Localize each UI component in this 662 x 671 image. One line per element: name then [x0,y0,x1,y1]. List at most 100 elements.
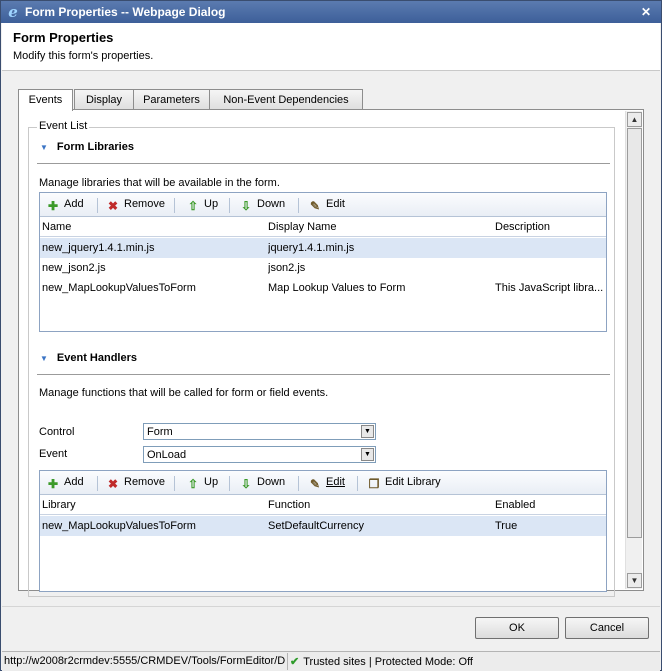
control-select[interactable]: Form ▼ [143,423,376,440]
page-subtitle: Modify this form's properties. [13,50,154,62]
add-library-button[interactable]: ✚ Add [46,198,84,213]
event-list-legend: Event List [37,120,90,132]
cell-display-name: Map Lookup Values to Form [268,282,406,294]
control-select-value: Form [147,426,173,438]
title-bar: e Form Properties -- Webpage Dialog ✕ [1,1,661,23]
collapse-triangle-icon[interactable]: ▼ [40,354,48,363]
edit-library-button[interactable]: ✎ Edit [308,198,345,213]
dialog-footer: OK Cancel [2,606,660,651]
tab-parameters[interactable]: Parameters [133,89,210,110]
tab-display[interactable]: Display [74,89,134,110]
up-arrow-icon: ⇧ [187,199,199,213]
move-down-button[interactable]: ⇩ Down [239,476,285,491]
table-row[interactable]: new_MapLookupValuesToForm SetDefaultCurr… [40,516,606,536]
event-handlers-description: Manage functions that will be called for… [39,387,329,399]
checkmark-icon: ✔ [290,656,300,668]
toolbar-separator [174,476,175,491]
add-icon: ✚ [47,199,59,213]
edit-library-button[interactable]: ❐ Edit Library [367,476,441,491]
move-up-button[interactable]: ⇧ Up [186,198,218,213]
event-label: Event [39,448,68,460]
column-header-name[interactable]: Name [42,221,71,233]
table-row[interactable]: new_MapLookupValuesToForm Map Lookup Val… [40,278,606,298]
form-libraries-column-headers: Name Display Name Description [40,217,606,237]
status-separator [287,653,288,670]
scroll-down-icon[interactable]: ▼ [627,573,642,588]
table-row[interactable]: new_jquery1.4.1.min.js jquery1.4.1.min.j… [40,238,606,258]
down-arrow-icon: ⇩ [240,477,252,491]
cell-library: new_MapLookupValuesToForm [42,520,196,532]
add-icon: ✚ [47,477,59,491]
form-libraries-toolbar: ✚ Add ✖ Remove ⇧ Up ⇩ Down ✎ Edit [40,193,606,217]
security-zone: ✔ Trusted sites | Protected Mode: Off [290,655,473,668]
event-handlers-header[interactable]: ▼ Event Handlers [40,352,137,364]
cell-name: new_jquery1.4.1.min.js [42,242,155,254]
divider [37,163,610,164]
toolbar-separator [229,198,230,213]
column-header-enabled[interactable]: Enabled [495,499,535,511]
move-up-button[interactable]: ⇧ Up [186,476,218,491]
internet-explorer-icon: e [8,3,18,21]
column-header-function[interactable]: Function [268,499,310,511]
column-header-library[interactable]: Library [42,499,76,511]
form-libraries-title: Form Libraries [56,141,134,153]
toolbar-separator [298,198,299,213]
library-icon: ❐ [368,477,380,491]
scroll-up-icon[interactable]: ▲ [627,112,642,127]
chevron-down-icon[interactable]: ▼ [361,425,374,438]
chevron-down-icon[interactable]: ▼ [361,448,374,461]
event-handlers-title: Event Handlers [56,352,138,364]
form-libraries-description: Manage libraries that will be available … [39,177,280,189]
window-title: Form Properties -- Webpage Dialog [25,5,226,19]
form-libraries-grid: ✚ Add ✖ Remove ⇧ Up ⇩ Down ✎ Edit Name Displa… [39,192,607,332]
cell-name: new_MapLookupValuesToForm [42,282,196,294]
remove-icon: ✖ [107,477,119,491]
security-zone-label: Trusted sites | Protected Mode: Off [303,656,473,668]
cancel-button[interactable]: Cancel [565,617,649,639]
tab-events[interactable]: Events [18,89,73,111]
add-handler-button[interactable]: ✚ Add [46,476,84,491]
form-libraries-header[interactable]: ▼ Form Libraries [40,141,134,153]
event-handlers-grid: ✚ Add ✖ Remove ⇧ Up ⇩ Down ✎ Edit ❐ Edit Libra… [39,470,607,592]
remove-handler-button[interactable]: ✖ Remove [106,476,165,491]
dialog-header: Form Properties Modify this form's prope… [2,23,660,71]
ok-button[interactable]: OK [475,617,559,639]
scroll-thumb[interactable] [627,128,642,538]
cell-display-name: json2.js [268,262,306,274]
cell-description: This JavaScript libra... [495,282,604,294]
column-header-description[interactable]: Description [495,221,550,233]
event-handlers-toolbar: ✚ Add ✖ Remove ⇧ Up ⇩ Down ✎ Edit ❐ Edit Libra… [40,471,606,495]
move-down-button[interactable]: ⇩ Down [239,198,285,213]
collapse-triangle-icon[interactable]: ▼ [40,143,48,152]
vertical-scrollbar[interactable]: ▲ ▼ [625,111,642,589]
divider [37,374,610,375]
toolbar-separator [174,198,175,213]
close-button[interactable]: ✕ [637,4,655,20]
table-row[interactable]: new_json2.js json2.js [40,258,606,278]
edit-handler-button[interactable]: ✎ Edit [308,476,345,491]
remove-library-button[interactable]: ✖ Remove [106,198,165,213]
status-bar: http://w2008r2crmdev:5555/CRMDEV/Tools/F… [2,651,660,671]
down-arrow-icon: ⇩ [240,199,252,213]
tab-content: ▲ ▼ Event List ▼ Form Libraries Manage li… [18,109,644,597]
cell-function: SetDefaultCurrency [268,520,364,532]
page-title: Form Properties [13,30,114,45]
edit-icon: ✎ [309,477,321,491]
toolbar-separator [229,476,230,491]
remove-icon: ✖ [107,199,119,213]
cell-name: new_json2.js [42,262,106,274]
event-select-value: OnLoad [147,449,187,461]
event-handlers-column-headers: Library Function Enabled [40,495,606,515]
toolbar-separator [97,198,98,213]
toolbar-separator [357,476,358,491]
toolbar-separator [298,476,299,491]
cell-enabled: True [495,520,518,532]
event-select[interactable]: OnLoad ▼ [143,446,376,463]
edit-icon: ✎ [309,199,321,213]
column-header-display-name[interactable]: Display Name [268,221,336,233]
dialog-window: e Form Properties -- Webpage Dialog ✕ Fo… [0,0,662,671]
cell-display-name: jquery1.4.1.min.js [268,242,355,254]
up-arrow-icon: ⇧ [187,477,199,491]
control-label: Control [39,426,75,438]
tab-non-event-dependencies[interactable]: Non-Event Dependencies [209,89,363,110]
